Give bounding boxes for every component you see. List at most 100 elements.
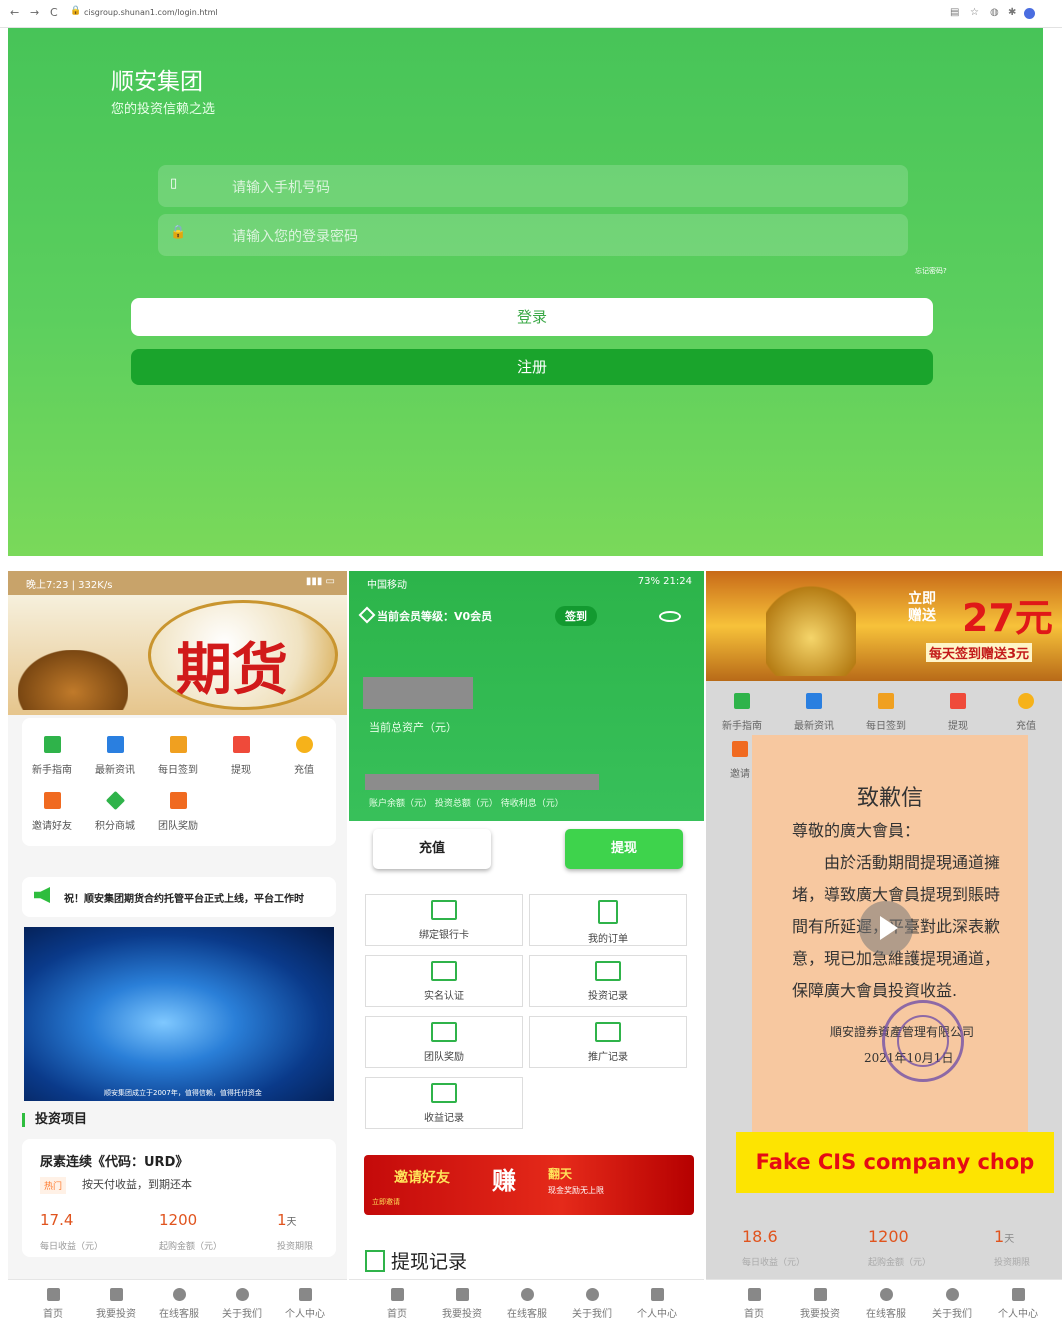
play-icon[interactable] — [859, 901, 913, 955]
tab-about[interactable]: 关于我们 — [922, 1288, 982, 1320]
grid-item-checkin[interactable]: 每日签到 — [856, 693, 916, 732]
tab-home[interactable]: 首页 — [724, 1288, 784, 1320]
grid-item-guide[interactable]: 新手指南 — [22, 736, 82, 776]
folder-icon — [431, 1022, 457, 1042]
calendar-icon — [878, 693, 894, 709]
grid-label: 最新资讯 — [95, 765, 135, 776]
status-bar: 晚上7:23 | 332K/s ▮▮▮ ▭ — [8, 571, 347, 595]
info-icon — [585, 1288, 599, 1301]
daily-income-value: 18.6 — [742, 1227, 778, 1246]
puzzle-icon[interactable]: ✱ — [1008, 7, 1016, 18]
tab-label: 个人中心 — [637, 1309, 677, 1320]
tab-home[interactable]: 首页 — [367, 1288, 427, 1320]
profile-avatar[interactable] — [1024, 8, 1035, 19]
calendar-icon — [169, 736, 187, 753]
futures-banner[interactable]: 期货 — [8, 595, 347, 715]
reload-icon[interactable]: C — [50, 6, 58, 19]
status-clock: 73% 21:24 — [637, 576, 692, 587]
checkin-button[interactable]: 签到 — [555, 606, 597, 626]
recharge-button[interactable]: 充值 — [373, 829, 491, 869]
redacted-balances — [365, 774, 599, 790]
grid-item-recharge[interactable]: 充值 — [996, 693, 1056, 732]
tab-profile[interactable]: 个人中心 — [275, 1288, 335, 1320]
yen-icon — [295, 736, 313, 753]
account-header: 中国移动 73% 21:24 当前会员等级：V0会员 签到 当前总资产（元） 账… — [349, 571, 704, 821]
invite-banner[interactable]: 邀请好友 赚 翻天 现金奖励无上限 立即邀请 — [364, 1155, 694, 1215]
banner-daily: 每天签到赠送3元 — [926, 643, 1033, 662]
withdraw-button[interactable]: 提现 — [565, 829, 683, 869]
info-icon — [235, 1288, 249, 1301]
grid-item-mall[interactable]: 积分商城 — [85, 790, 145, 832]
book-icon — [43, 736, 61, 753]
phone-icon: ▯ — [170, 176, 178, 191]
menu-label: 推广记录 — [588, 1052, 628, 1063]
card-icon — [431, 900, 457, 920]
login-button[interactable]: 登录 — [131, 298, 933, 336]
status-bar: 中国移动 73% 21:24 — [349, 571, 704, 595]
tab-profile[interactable]: 个人中心 — [627, 1288, 687, 1320]
signup-bonus-banner[interactable]: 立即 赠送 27元 每天签到赠送3元 — [706, 571, 1062, 681]
grid-item-news[interactable]: 最新资讯 — [784, 693, 844, 732]
section-title: 投资项目 — [22, 1113, 87, 1127]
menu-income-records[interactable]: 收益记录 — [365, 1077, 523, 1129]
grid-item-guide[interactable]: 新手指南 — [712, 693, 772, 732]
invite-flip: 翻天 — [548, 1167, 573, 1181]
product-card[interactable]: 尿素连续《代码：URD》 热门 按天付收益，到期还本 17.4 每日收益（元） … — [22, 1139, 336, 1257]
address-bar[interactable]: cisgroup.shunan1.com/login.html — [84, 8, 218, 17]
tab-invest[interactable]: 我要投资 — [86, 1288, 146, 1320]
menu-bind-card[interactable]: 绑定银行卡 — [365, 894, 523, 946]
withdraw-record-title: 提现记录 — [365, 1247, 467, 1274]
term-value: 1天 — [994, 1227, 1014, 1246]
tab-about[interactable]: 关于我们 — [212, 1288, 272, 1320]
tab-invest[interactable]: 我要投资 — [790, 1288, 850, 1320]
extension-icon[interactable]: ◍ — [990, 7, 999, 18]
menu-team-reward[interactable]: 团队奖励 — [365, 1016, 523, 1068]
menu-invest-records[interactable]: 投资记录 — [529, 955, 687, 1007]
forward-icon[interactable]: → — [30, 6, 39, 19]
menu-label: 投资记录 — [588, 991, 628, 1002]
grid-label: 新手指南 — [32, 765, 72, 776]
grid-item-team-reward[interactable]: 团队奖励 — [148, 792, 208, 832]
back-icon[interactable]: ← — [10, 6, 19, 19]
term-number: 1 — [994, 1227, 1005, 1246]
total-assets-label: 当前总资产（元） — [369, 721, 457, 734]
phone-field[interactable]: ▯ 请输入手机号码 — [158, 165, 908, 207]
grid-item-news[interactable]: 最新资讯 — [85, 736, 145, 776]
tab-profile[interactable]: 个人中心 — [988, 1288, 1048, 1320]
star-icon[interactable]: ☆ — [970, 7, 979, 18]
register-button[interactable]: 注册 — [131, 349, 933, 385]
status-time: 晚上7:23 | 332K/s — [26, 580, 113, 591]
tab-label: 首页 — [43, 1309, 63, 1320]
home-icon — [46, 1288, 60, 1301]
fake-chop-annotation: Fake CIS company chop — [736, 1132, 1054, 1193]
grid-item-withdraw[interactable]: 提现 — [928, 693, 988, 732]
tab-invest[interactable]: 我要投资 — [432, 1288, 492, 1320]
withdraw-record-label: 提现记录 — [391, 1251, 468, 1273]
signal-icon: ▮▮▮ ▭ — [305, 576, 335, 587]
tab-support[interactable]: 在线客服 — [497, 1288, 557, 1320]
forgot-password-link[interactable]: 忘记密码? — [915, 266, 947, 276]
grid-item-checkin[interactable]: 每日签到 — [148, 736, 208, 776]
notice-bar[interactable]: 祝！顺安集团期货合约托管平台正式上线，平台工作时 — [22, 877, 336, 917]
term-unit: 天 — [286, 1217, 297, 1228]
menu-verification[interactable]: 实名认证 — [365, 955, 523, 1007]
grid-item-invite[interactable]: 邀请好友 — [22, 792, 82, 832]
tab-home[interactable]: 首页 — [23, 1288, 83, 1320]
eye-icon[interactable] — [659, 611, 681, 622]
menu-my-orders[interactable]: 我的订单 — [529, 894, 687, 946]
translate-icon[interactable]: ▤ — [950, 7, 959, 18]
tab-support[interactable]: 在线客服 — [856, 1288, 916, 1320]
tab-label: 在线客服 — [507, 1309, 547, 1320]
promo-video[interactable]: 顺安集团成立于2007年，值得信赖，值得托付资金 — [24, 927, 334, 1101]
grid-label: 提现 — [948, 721, 968, 732]
min-amount-value: 1200 — [868, 1227, 909, 1246]
menu-promo-records[interactable]: 推广记录 — [529, 1016, 687, 1068]
tab-about[interactable]: 关于我们 — [562, 1288, 622, 1320]
password-field[interactable]: 🔒 请输入您的登录密码 — [158, 214, 908, 256]
hot-badge: 热门 — [40, 1177, 67, 1194]
daily-income-label: 每日收益（元） — [40, 1242, 104, 1252]
tab-support[interactable]: 在线客服 — [149, 1288, 209, 1320]
grid-item-recharge[interactable]: 充值 — [274, 736, 334, 776]
term-value: 1天 — [277, 1211, 297, 1229]
grid-item-withdraw[interactable]: 提现 — [211, 736, 271, 776]
